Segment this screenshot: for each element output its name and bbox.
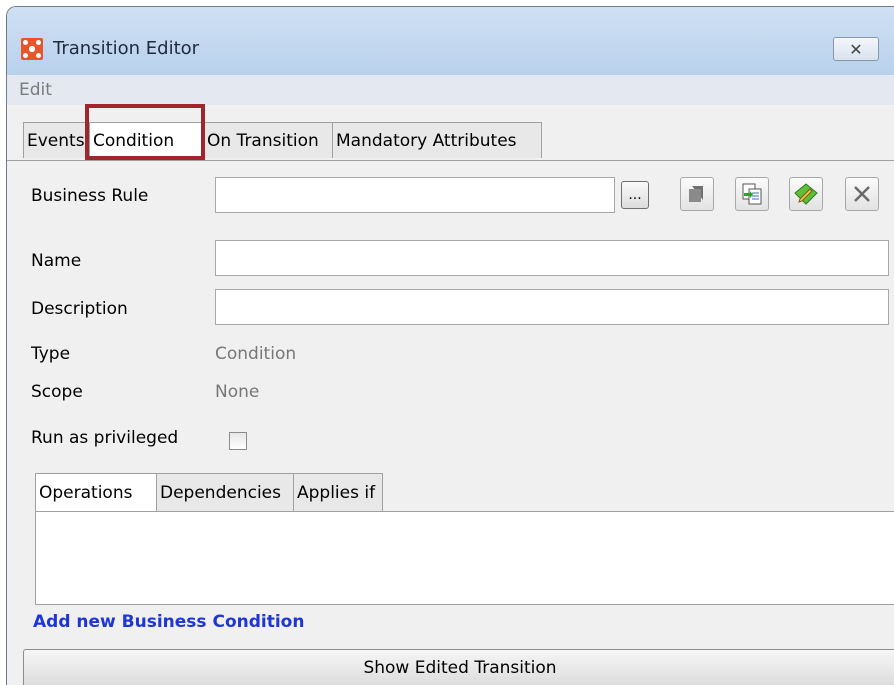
select-rule-button[interactable] — [680, 177, 714, 211]
tab-condition-highlight — [85, 104, 205, 160]
business-rule-label: Business Rule — [31, 186, 149, 206]
title-bar[interactable]: Transition Editor ✕ — [7, 7, 894, 75]
name-label: Name — [31, 251, 82, 271]
scope-label: Scope — [31, 382, 83, 402]
close-button[interactable]: ✕ — [833, 37, 879, 61]
menu-item-edit[interactable]: Edit — [19, 80, 52, 100]
subtab-applies-if[interactable]: Applies if — [293, 473, 383, 511]
copy-rule-button[interactable] — [735, 177, 769, 211]
name-field[interactable] — [215, 240, 889, 276]
show-edited-transition-button[interactable]: Show Edited Transition — [23, 649, 894, 685]
operations-panel — [35, 511, 894, 605]
close-icon: ✕ — [849, 39, 863, 59]
edit-rule-icon — [794, 183, 818, 205]
subtab-dependencies[interactable]: Dependencies — [156, 473, 294, 511]
menu-bar: Edit — [7, 75, 894, 105]
edit-rule-button[interactable] — [789, 177, 823, 211]
subtab-operations[interactable]: Operations — [35, 473, 157, 512]
tab-mandatory-attributes[interactable]: Mandatory Attributes — [332, 122, 542, 158]
transition-editor-window: Transition Editor ✕ Edit Events On Trans… — [6, 6, 894, 685]
description-field[interactable] — [215, 289, 889, 325]
select-rule-icon — [689, 186, 703, 202]
browse-label: ... — [628, 187, 642, 203]
scope-value: None — [215, 382, 260, 402]
business-rule-field[interactable] — [215, 177, 615, 213]
run-as-privileged-label: Run as privileged — [31, 428, 179, 448]
remove-button[interactable] — [845, 177, 879, 211]
tab-events[interactable]: Events — [23, 122, 91, 158]
add-business-condition-link[interactable]: Add new Business Condition — [33, 612, 304, 632]
condition-panel: Business Rule ... Name Description Type … — [7, 160, 894, 685]
window-title: Transition Editor — [53, 38, 200, 59]
type-label: Type — [31, 344, 71, 364]
type-value: Condition — [215, 344, 297, 364]
tab-on-transition[interactable]: On Transition — [203, 122, 333, 158]
app-icon — [21, 38, 43, 60]
description-label: Description — [31, 299, 128, 319]
show-edited-transition-label: Show Edited Transition — [363, 658, 557, 678]
run-as-privileged-checkbox[interactable] — [229, 432, 247, 450]
browse-button[interactable]: ... — [621, 181, 649, 209]
copy-rule-icon — [742, 183, 762, 205]
remove-icon — [854, 186, 870, 202]
